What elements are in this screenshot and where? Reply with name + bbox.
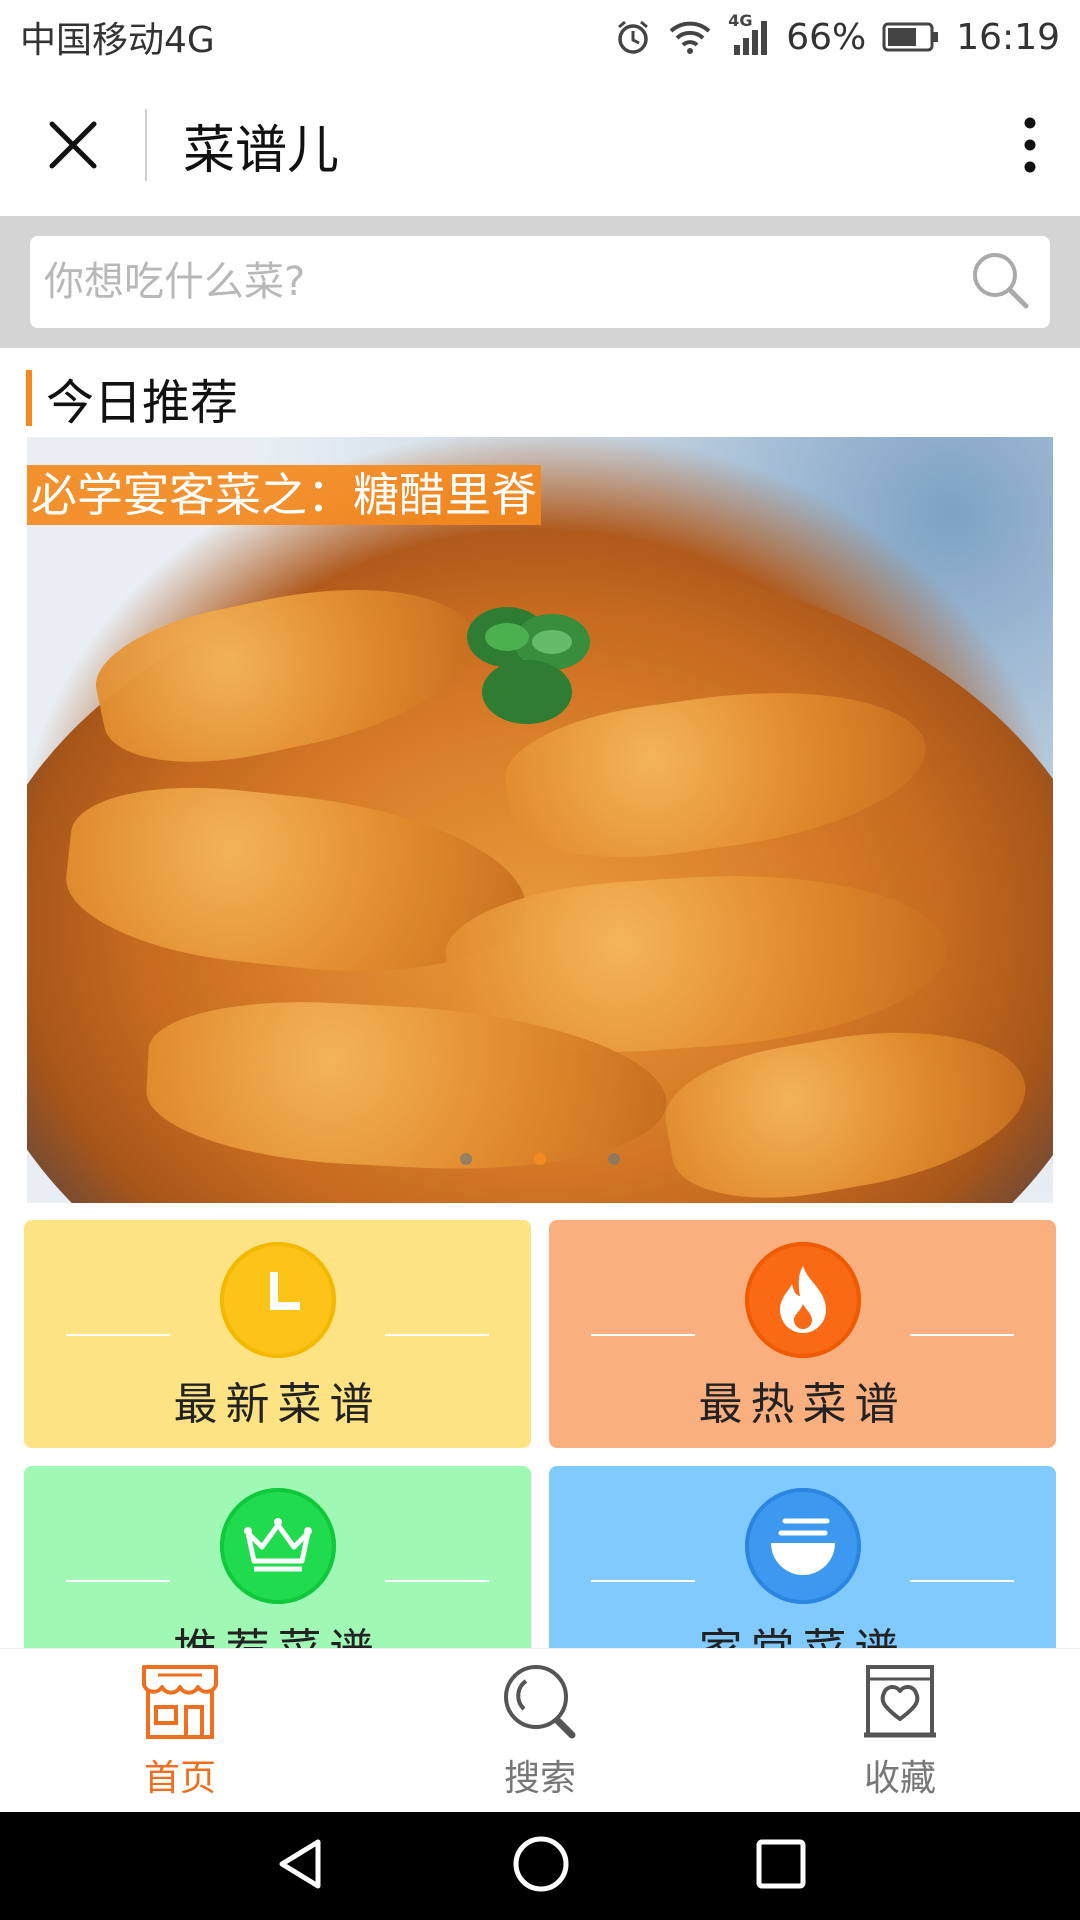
- battery-percent: 66%: [786, 16, 867, 58]
- tab-favorites[interactable]: 收藏: [750, 1661, 1050, 1801]
- section-accent-bar: [26, 370, 32, 426]
- wifi-icon: [668, 19, 712, 55]
- store-icon: [142, 1664, 218, 1739]
- decor-line: [385, 1580, 489, 1582]
- tab-home[interactable]: 首页: [30, 1661, 330, 1801]
- decor-line: [910, 1334, 1014, 1336]
- carousel-dot-active[interactable]: [534, 1153, 546, 1165]
- close-button[interactable]: [0, 74, 145, 216]
- category-card-newest[interactable]: 最新菜谱: [24, 1220, 531, 1448]
- mint-garnish-icon: [467, 607, 590, 724]
- app-root: 中国移动4G 4G 66% 16:19 菜谱儿 你想吃什么菜? 今日推荐 必学宴…: [0, 0, 1080, 1920]
- recents-square-icon[interactable]: [754, 1837, 808, 1895]
- crown-icon: [219, 1488, 336, 1604]
- carousel-indicators: [27, 1153, 1053, 1165]
- carousel-dot[interactable]: [460, 1153, 472, 1165]
- tab-search[interactable]: 搜索: [390, 1661, 690, 1801]
- decor-line: [591, 1580, 695, 1582]
- flame-icon: [744, 1242, 861, 1358]
- decor-line: [591, 1334, 695, 1336]
- heart-folder-icon: [864, 1664, 936, 1737]
- section-title: 今日推荐: [46, 375, 239, 431]
- status-bar: 中国移动4G 4G 66% 16:19: [0, 0, 1080, 74]
- carrier-label: 中国移动4G: [20, 20, 215, 61]
- signal-icon: 4G: [728, 11, 770, 57]
- back-icon[interactable]: [272, 1836, 328, 1896]
- system-nav-bar: [0, 1812, 1080, 1920]
- status-indicators: 4G 66% 16:19: [614, 11, 1060, 58]
- decor-line: [385, 1334, 489, 1336]
- search-box: [30, 236, 1050, 328]
- battery-icon: [882, 21, 940, 53]
- category-card-hottest[interactable]: 最热菜谱: [549, 1220, 1056, 1448]
- banner-carousel[interactable]: 必学宴客菜之：糖醋里脊: [27, 437, 1053, 1203]
- search-icon: [504, 1664, 576, 1738]
- title-divider: [145, 109, 147, 181]
- tab-label: 搜索: [503, 1757, 576, 1799]
- home-circle-icon[interactable]: [511, 1834, 571, 1898]
- category-label: 最热菜谱: [698, 1379, 907, 1430]
- search-icon[interactable]: [968, 248, 1032, 316]
- bowl-icon: [744, 1488, 861, 1604]
- clock-time: 16:19: [956, 16, 1060, 58]
- page-title: 菜谱儿: [183, 120, 340, 181]
- clock-icon: [219, 1242, 336, 1358]
- decor-line: [66, 1580, 170, 1582]
- tab-label: 收藏: [863, 1757, 936, 1799]
- close-icon: [49, 121, 96, 169]
- bottom-tab-bar: 首页 搜索 收藏: [0, 1648, 1080, 1812]
- banner-caption: 必学宴客菜之：糖醋里脊: [27, 465, 541, 525]
- search-input[interactable]: [44, 259, 968, 305]
- search-bar: [0, 216, 1080, 348]
- carousel-dot[interactable]: [608, 1153, 620, 1165]
- more-vertical-icon: [1024, 117, 1036, 173]
- title-bar: 菜谱儿: [0, 74, 1080, 216]
- network-type-badge: 4G: [728, 11, 753, 30]
- decor-line: [66, 1334, 170, 1336]
- category-label: 最新菜谱: [173, 1379, 382, 1430]
- decor-line: [910, 1580, 1014, 1582]
- tab-label: 首页: [143, 1757, 216, 1799]
- more-menu-button[interactable]: [980, 74, 1080, 216]
- alarm-icon: [614, 18, 652, 56]
- section-header: 今日推荐: [26, 368, 238, 431]
